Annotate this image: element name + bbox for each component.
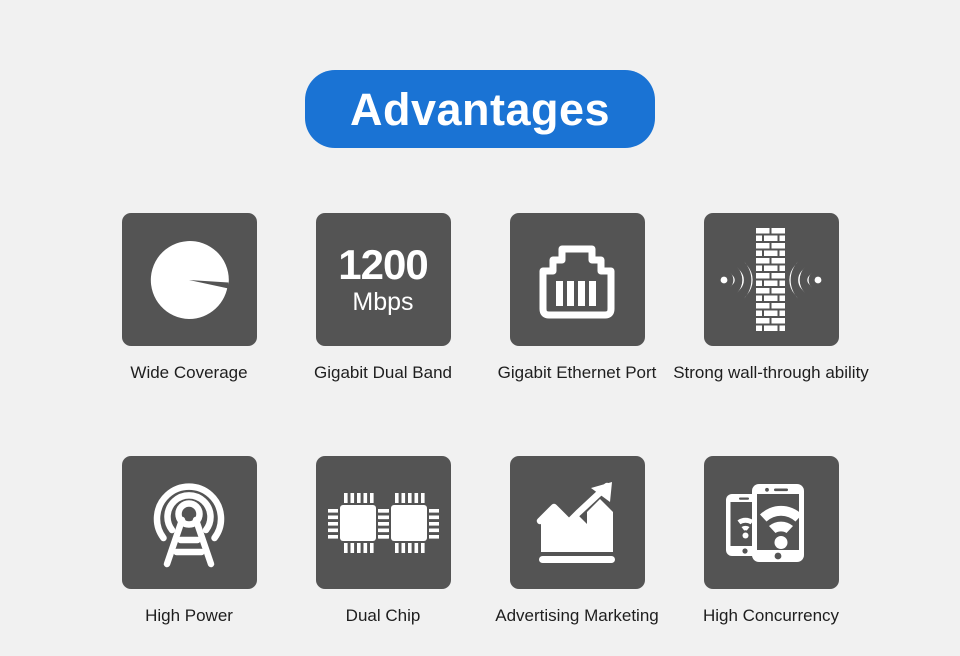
brick-wall-signal-icon	[712, 226, 830, 334]
icon-tile: 1200 Mbps	[315, 213, 451, 346]
dual-chip-icon	[327, 492, 439, 554]
advantage-item-gigabit-dual-band: 1200 Mbps Gigabit Dual Band	[314, 213, 452, 383]
antenna-tower-icon	[142, 476, 236, 570]
advantage-label: Dual Chip	[345, 606, 421, 625]
rj45-ethernet-port-icon	[535, 241, 619, 319]
pie-coverage-icon	[148, 239, 230, 321]
growth-chart-arrow-icon	[531, 480, 623, 566]
phones-wifi-icon	[722, 480, 820, 566]
page-title: Advantages	[349, 83, 611, 135]
advantages-page: Advantages Wide Coverage 1200 Mbps Gigab…	[0, 0, 960, 656]
advantage-label: High Concurrency	[702, 606, 840, 625]
advantages-grid: Wide Coverage 1200 Mbps Gigabit Dual Ban…	[0, 213, 960, 626]
icon-tile	[121, 456, 257, 589]
icon-tile	[121, 213, 257, 346]
icon-tile	[703, 213, 839, 346]
icon-tile	[509, 213, 645, 346]
advantage-label: Wide Coverage	[130, 363, 248, 382]
advantage-item-high-power: High Power	[121, 456, 257, 626]
advantage-label: Strong wall-through ability	[673, 363, 869, 382]
speed-unit: Mbps	[352, 288, 414, 316]
advantage-item-dual-chip: Dual Chip	[315, 456, 451, 626]
icon-tile	[703, 456, 839, 589]
advantage-label: Advertising Marketing	[495, 606, 659, 625]
speed-value: 1200	[338, 241, 428, 288]
advantage-item-wall-through: Strong wall-through ability	[673, 213, 869, 383]
icon-tile	[509, 456, 645, 589]
advantage-label: Gigabit Ethernet Port	[497, 363, 657, 382]
advantages-row-2: High Power Dual Chip Advertising Marketi…	[0, 456, 960, 626]
advantage-item-advertising-marketing: Advertising Marketing	[495, 456, 659, 626]
advantage-label: Gigabit Dual Band	[314, 363, 452, 382]
advantage-label: High Power	[145, 606, 233, 625]
icon-tile	[315, 456, 451, 589]
advantage-item-gigabit-ethernet-port: Gigabit Ethernet Port	[498, 213, 656, 383]
advantages-row-1: Wide Coverage 1200 Mbps Gigabit Dual Ban…	[0, 213, 960, 383]
speed-1200-mbps-icon: 1200 Mbps	[338, 241, 428, 316]
advantage-item-high-concurrency: High Concurrency	[702, 456, 840, 626]
advantage-item-wide-coverage: Wide Coverage	[121, 213, 257, 383]
banner-container: Advantages	[0, 70, 960, 148]
advantages-banner: Advantages	[305, 70, 655, 148]
